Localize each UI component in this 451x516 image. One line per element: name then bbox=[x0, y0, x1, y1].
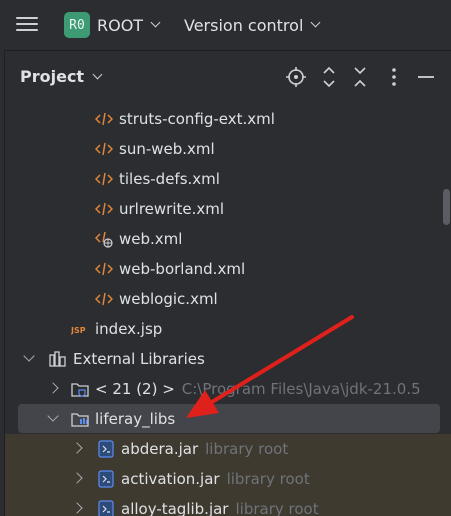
file-label: index.jsp bbox=[95, 320, 163, 338]
tree-item-liferay-libs[interactable]: liferay_libs bbox=[5, 404, 451, 434]
xml-file-icon bbox=[94, 200, 114, 218]
tree-item-xml-file[interactable]: sun-web.xml bbox=[5, 134, 451, 164]
xml-file-icon bbox=[94, 140, 114, 158]
jar-name: alloy-taglib.jar bbox=[121, 500, 229, 516]
collapse-all-icon[interactable] bbox=[348, 65, 372, 89]
main-menu-icon[interactable] bbox=[16, 14, 38, 34]
tree-label: activation.jar library root bbox=[121, 470, 310, 488]
version-control-selector[interactable]: Version control bbox=[184, 11, 321, 39]
expand-arrow-icon[interactable] bbox=[71, 502, 83, 514]
tree-item-jsp-file[interactable]: JSP index.jsp bbox=[5, 314, 451, 344]
library-root-hint: library root bbox=[205, 440, 289, 458]
tree-item-xml-file[interactable]: weblogic.xml bbox=[5, 284, 451, 314]
file-label: sun-web.xml bbox=[119, 140, 215, 158]
tree-label: External Libraries bbox=[73, 350, 205, 368]
tree-label: abdera.jar library root bbox=[121, 440, 288, 458]
expand-arrow-icon[interactable] bbox=[71, 442, 83, 454]
tree-item-jdk[interactable]: < 21 (2) > C:\Program Files\Java\jdk-21.0… bbox=[5, 374, 451, 404]
tree-label: alloy-taglib.jar library root bbox=[121, 500, 319, 516]
tree-item-xml-file[interactable]: struts-config-ext.xml bbox=[5, 104, 451, 134]
collapse-arrow-icon[interactable] bbox=[47, 410, 59, 422]
jdk-folder-icon bbox=[71, 380, 89, 398]
xml-file-icon bbox=[94, 290, 114, 308]
jar-name: activation.jar bbox=[121, 470, 220, 488]
tree-item-xml-file[interactable]: web-borland.xml bbox=[5, 254, 451, 284]
file-label: weblogic.xml bbox=[119, 290, 218, 308]
xml-file-icon bbox=[94, 110, 114, 128]
project-name: ROOT bbox=[97, 15, 144, 35]
expand-arrow-icon[interactable] bbox=[71, 472, 83, 484]
chevron-down-icon bbox=[92, 69, 103, 79]
library-folder-icon bbox=[71, 410, 89, 428]
library-root-hint: library root bbox=[226, 470, 310, 488]
jsp-file-icon: JSP bbox=[70, 320, 89, 338]
version-control-label: Version control bbox=[184, 15, 304, 35]
chevron-down-icon bbox=[150, 17, 161, 28]
tree-item-xml-file[interactable]: web.xml bbox=[5, 224, 451, 254]
jar-file-icon bbox=[97, 470, 115, 488]
more-options-icon[interactable] bbox=[382, 65, 406, 89]
tree-item-jar[interactable]: alloy-taglib.jar library root bbox=[5, 494, 451, 516]
tool-window-header: Project bbox=[5, 51, 451, 103]
main-toolbar: R0 ROOT Version control bbox=[0, 0, 451, 50]
locate-file-icon[interactable] bbox=[284, 65, 308, 89]
file-label: web-borland.xml bbox=[119, 260, 246, 278]
file-label: web.xml bbox=[119, 230, 183, 248]
project-view-selector[interactable]: Project bbox=[20, 67, 103, 86]
expand-arrow-icon[interactable] bbox=[47, 382, 59, 394]
project-tree: struts-config-ext.xml sun-web.xml tiles-… bbox=[5, 103, 451, 516]
tree-label: < 21 (2) > C:\Program Files\Java\jdk-21.0… bbox=[95, 380, 421, 398]
file-label: urlrewrite.xml bbox=[119, 200, 225, 218]
vertical-scrollbar[interactable] bbox=[443, 189, 450, 225]
jar-name: abdera.jar bbox=[121, 440, 199, 458]
collapse-arrow-icon[interactable] bbox=[23, 350, 35, 362]
libraries-icon bbox=[49, 350, 67, 368]
file-label: struts-config-ext.xml bbox=[119, 110, 275, 128]
tree-label: liferay_libs bbox=[95, 410, 176, 428]
tool-window-title: Project bbox=[20, 67, 85, 86]
expand-all-icon[interactable] bbox=[317, 65, 341, 89]
jar-file-icon bbox=[97, 500, 115, 516]
svg-text:JSP: JSP bbox=[71, 326, 86, 335]
project-tool-window: Project struts-config-ext.xml sun-web.xm… bbox=[4, 50, 451, 516]
xml-file-icon bbox=[94, 260, 114, 278]
jar-file-icon bbox=[97, 440, 115, 458]
web-xml-file-icon bbox=[94, 230, 113, 248]
xml-file-icon bbox=[94, 170, 114, 188]
hide-tool-window-icon[interactable] bbox=[414, 65, 438, 89]
jdk-path: C:\Program Files\Java\jdk-21.0.5 bbox=[181, 380, 421, 398]
tree-item-external-libraries[interactable]: External Libraries bbox=[5, 344, 451, 374]
tree-item-xml-file[interactable]: urlrewrite.xml bbox=[5, 194, 451, 224]
tree-item-jar[interactable]: abdera.jar library root bbox=[5, 434, 451, 464]
project-badge: R0 bbox=[64, 12, 90, 38]
file-label: tiles-defs.xml bbox=[119, 170, 220, 188]
chevron-down-icon bbox=[310, 17, 321, 28]
tree-item-jar[interactable]: activation.jar library root bbox=[5, 464, 451, 494]
tree-item-xml-file[interactable]: tiles-defs.xml bbox=[5, 164, 451, 194]
project-selector[interactable]: R0 ROOT bbox=[64, 11, 161, 39]
jdk-label: < 21 (2) > bbox=[95, 380, 175, 398]
library-root-hint: library root bbox=[235, 500, 319, 516]
